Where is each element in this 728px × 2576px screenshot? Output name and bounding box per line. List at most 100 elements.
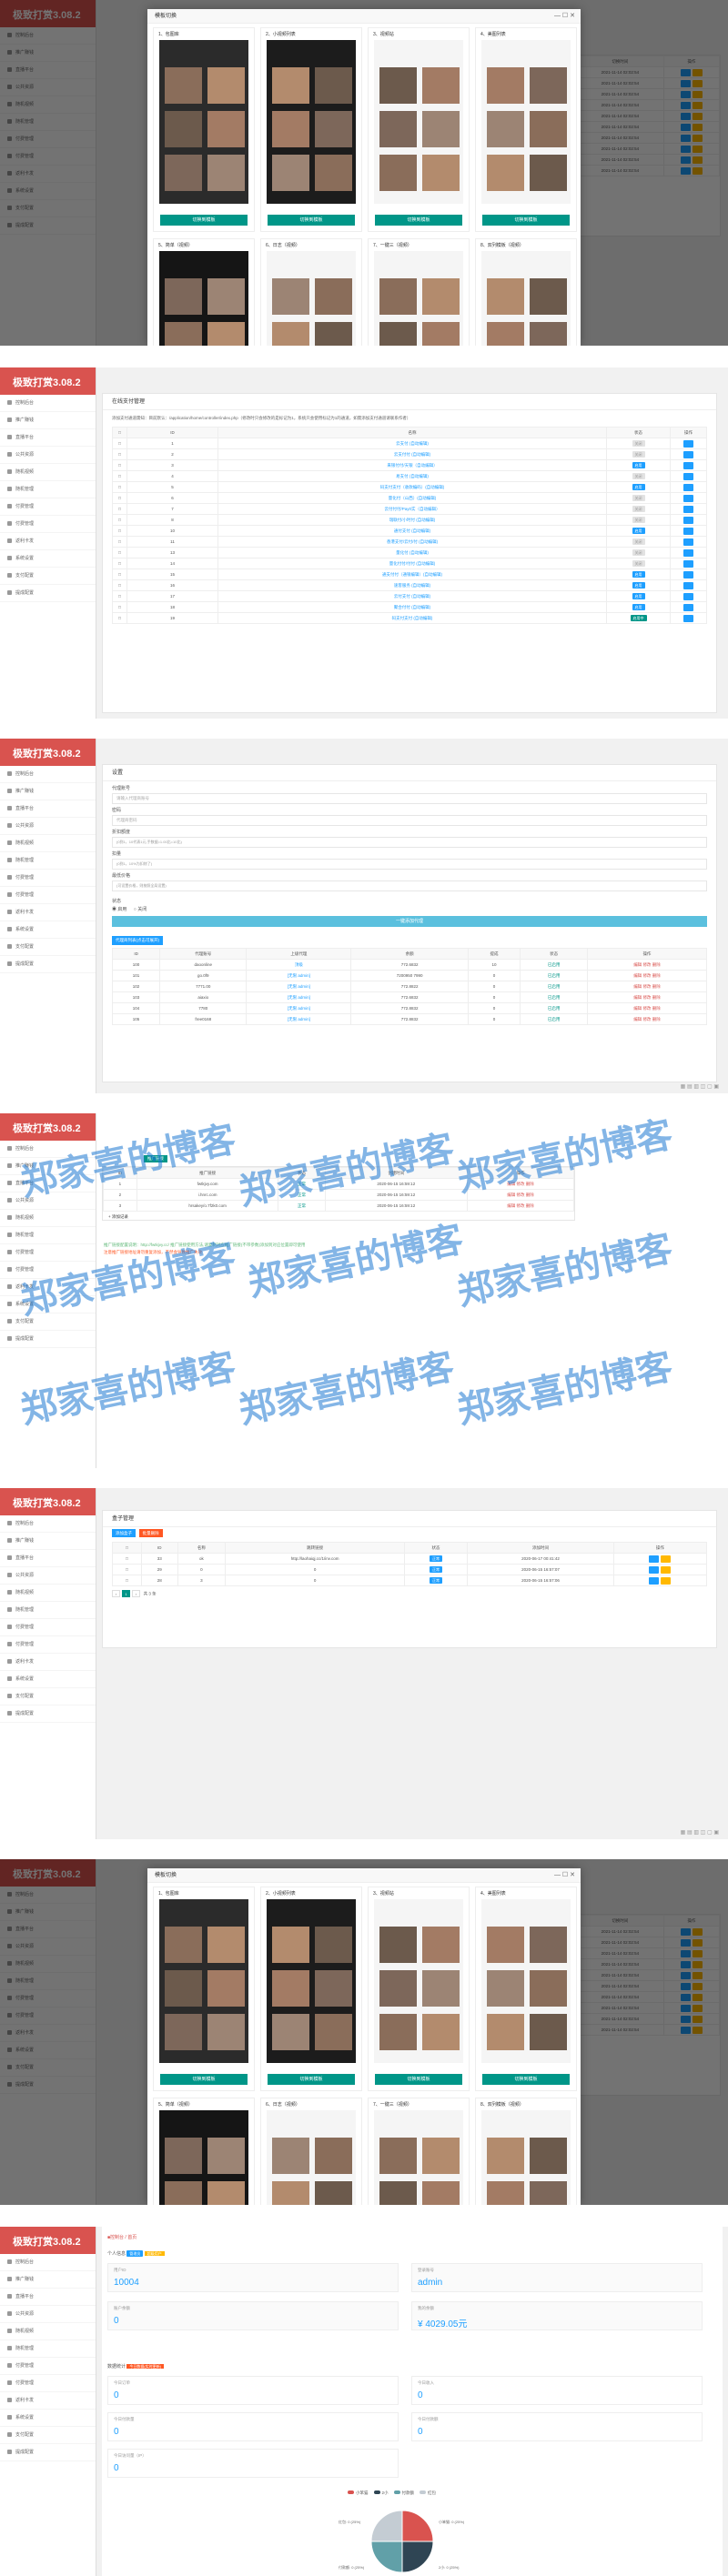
nav-item[interactable]: 系统设置: [0, 1671, 96, 1688]
switch-template-button[interactable]: 切换到模板: [482, 2074, 570, 2085]
nav-item[interactable]: 直播平台: [0, 1550, 96, 1567]
edit-icon[interactable]: [683, 614, 693, 622]
prev-page[interactable]: ‹: [112, 1590, 120, 1597]
nav-item[interactable]: 控制后台: [0, 2254, 96, 2271]
status-badge[interactable]: 关闭: [632, 506, 645, 512]
edit-icon[interactable]: [683, 439, 693, 448]
agent-list-title[interactable]: 代理商列表(点击可展开): [112, 936, 163, 945]
maximize-icon[interactable]: ☐: [562, 1872, 568, 1878]
status-badge[interactable]: 启用中: [630, 615, 647, 621]
status-badge[interactable]: 启用: [632, 593, 645, 599]
nav-item[interactable]: 随机管理: [0, 481, 96, 498]
edit-icon[interactable]: [683, 472, 693, 480]
row-checkbox[interactable]: □: [112, 601, 127, 613]
nav-item[interactable]: 付费管理: [0, 2358, 96, 2375]
row-checkbox[interactable]: □: [112, 481, 127, 493]
nav-item[interactable]: 付费管理: [0, 1636, 96, 1654]
row-checkbox[interactable]: □: [112, 536, 127, 548]
cell-name[interactable]: 码支付支付（收款编码）(自动编辑): [217, 481, 607, 493]
nav-item[interactable]: 提成配置: [0, 585, 96, 602]
status-badge[interactable]: 关闭: [632, 538, 645, 545]
text-input[interactable]: 请输入代理商账号: [112, 793, 707, 804]
nav-item[interactable]: 系统设置: [0, 921, 96, 939]
row-checkbox[interactable]: □: [112, 1553, 142, 1565]
edit-icon[interactable]: [649, 1565, 660, 1574]
nav-item[interactable]: 提成配置: [0, 956, 96, 973]
nav-item[interactable]: 付费管理: [0, 1619, 96, 1636]
status-badge[interactable]: 正常: [430, 1555, 443, 1562]
minimize-icon[interactable]: —: [554, 1872, 561, 1878]
nav-item[interactable]: 付费管理: [0, 498, 96, 516]
nav-item[interactable]: 提成配置: [0, 2444, 96, 2461]
edit-icon[interactable]: [683, 505, 693, 513]
row-checkbox[interactable]: □: [112, 558, 127, 569]
row-checkbox[interactable]: □: [112, 470, 127, 482]
add-record-button[interactable]: + 添加记录: [103, 1212, 574, 1223]
legend-item[interactable]: 付款额: [393, 2490, 414, 2495]
status-badge[interactable]: 关闭: [632, 495, 645, 501]
nav-item[interactable]: 直播平台: [0, 800, 96, 818]
pie-slice[interactable]: [370, 2510, 403, 2542]
cell-op[interactable]: 编辑 修改 删除: [586, 959, 708, 971]
legend-item[interactable]: 小笨猫: [348, 2490, 369, 2495]
nav-item[interactable]: 付费管理: [0, 516, 96, 533]
nav-item[interactable]: 随机管理: [0, 1602, 96, 1619]
cell-op[interactable]: 编辑 修改 删除: [586, 1013, 708, 1025]
row-checkbox[interactable]: □: [112, 569, 127, 580]
text-input[interactable]: (0到1，10代表1元,手数据=1.00比=10比): [112, 837, 707, 848]
cell-name[interactable]: 云付支付 (自动编辑): [217, 590, 607, 602]
nav-item[interactable]: 付费管理: [0, 887, 96, 904]
row-checkbox[interactable]: □: [112, 525, 127, 537]
legend-item[interactable]: 红包: [420, 2490, 436, 2495]
nav-item[interactable]: 公共资源: [0, 2306, 96, 2323]
text-input[interactable]: (0到1，10%为扣除了): [112, 859, 707, 870]
nav-item[interactable]: 付费管理: [0, 870, 96, 887]
pie-slice[interactable]: [401, 2510, 434, 2542]
nav-item[interactable]: 返利卡发: [0, 1654, 96, 1671]
add-box-button[interactable]: 添加盒子: [112, 1529, 136, 1537]
nav-item[interactable]: 系统设置: [0, 2410, 96, 2427]
nav-item[interactable]: 支付配置: [0, 939, 96, 956]
nav-item[interactable]: 公共资源: [0, 818, 96, 835]
radio-on[interactable]: ◉ 启用: [112, 907, 126, 912]
cell-name[interactable]: 通付支付 (自动编辑): [217, 525, 607, 537]
status-badge[interactable]: 启用: [632, 484, 645, 490]
nav-item[interactable]: 直播平台: [0, 429, 96, 447]
edit-icon[interactable]: [683, 483, 693, 491]
row-checkbox[interactable]: □: [112, 579, 127, 591]
cell-op[interactable]: 编辑 修改 删除: [586, 991, 708, 1003]
page-1[interactable]: 1: [122, 1590, 130, 1597]
row-checkbox[interactable]: □: [112, 612, 127, 624]
pie-slice[interactable]: [370, 2541, 403, 2573]
next-page[interactable]: ›: [132, 1590, 140, 1597]
cell-name[interactable]: 码支付支付 (自动编辑): [217, 612, 607, 624]
switch-template-button[interactable]: 切换到模板: [160, 215, 248, 226]
radio-off[interactable]: ○ 关闭: [134, 907, 147, 912]
row-checkbox[interactable]: □: [112, 448, 127, 460]
row-checkbox[interactable]: □: [112, 590, 127, 602]
text-input[interactable]: 代理商密码: [112, 815, 707, 826]
edit-icon[interactable]: [683, 527, 693, 535]
switch-template-button[interactable]: 切换到模板: [268, 2074, 355, 2085]
cell-name[interactable]: 云付付付/Pay0实（自动编辑）: [217, 503, 607, 515]
nav-item[interactable]: 随机视频: [0, 1210, 96, 1227]
maximize-icon[interactable]: ☐: [562, 13, 568, 19]
cell-name[interactable]: 量化付 (自动编辑): [217, 547, 607, 558]
row-checkbox[interactable]: □: [112, 1564, 142, 1575]
delete-icon[interactable]: [661, 1576, 672, 1585]
nav-item[interactable]: 随机管理: [0, 852, 96, 870]
delete-icon[interactable]: [661, 1565, 672, 1574]
status-badge[interactable]: 启用: [632, 528, 645, 534]
status-badge[interactable]: 启用: [632, 571, 645, 578]
edit-icon[interactable]: [683, 581, 693, 589]
switch-template-button[interactable]: 切换到模板: [268, 215, 355, 226]
nav-item[interactable]: 公共资源: [0, 1567, 96, 1585]
status-badge[interactable]: 关闭: [632, 549, 645, 556]
nav-item[interactable]: 控制后台: [0, 395, 96, 412]
nav-item[interactable]: 支付配置: [0, 568, 96, 585]
nav-item[interactable]: 公共资源: [0, 447, 96, 464]
nav-item[interactable]: 随机管理: [0, 1227, 96, 1244]
nav-item[interactable]: 随机视频: [0, 1585, 96, 1602]
close-icon[interactable]: ✕: [570, 13, 575, 19]
status-badge[interactable]: 正常: [430, 1577, 443, 1584]
